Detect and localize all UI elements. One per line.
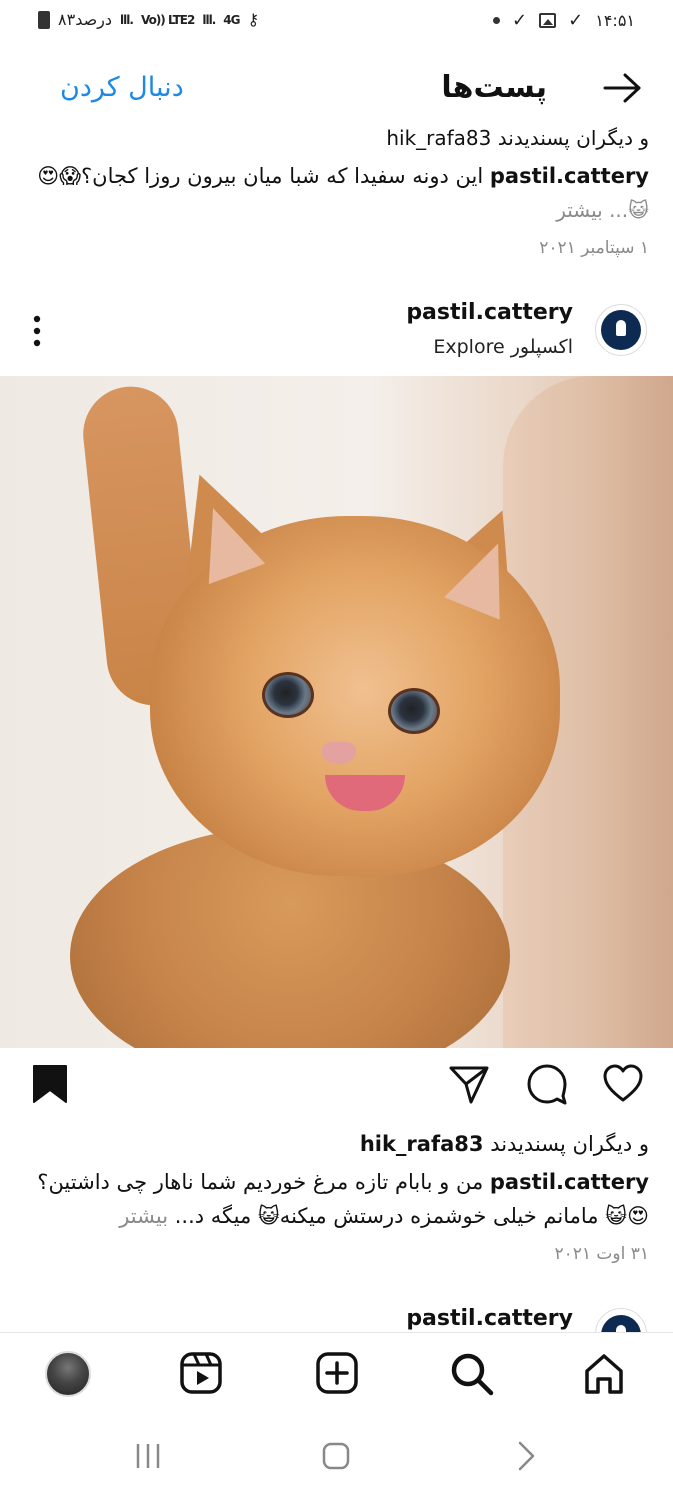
check-icon: ✓ — [512, 10, 528, 31]
more-vertical-icon — [33, 315, 41, 347]
notification-dot-icon — [493, 17, 501, 24]
battery-icon — [38, 10, 50, 29]
home-system-button[interactable] — [320, 1440, 352, 1476]
post-avatar[interactable] — [595, 304, 647, 356]
recent-apps-button[interactable] — [132, 1440, 164, 1476]
nav-profile[interactable] — [45, 1351, 91, 1397]
prev-caption-username[interactable]: pastil.cattery — [490, 164, 649, 188]
kitten-eye-right — [388, 688, 440, 734]
like-button[interactable] — [601, 1062, 645, 1110]
nav-reels[interactable] — [179, 1351, 223, 1399]
page-title: پست‌ها — [441, 70, 547, 105]
caption-text-2: 😍😺 مامانم خیلی خوشمزه درستش میکنه😺 میگه … — [174, 1204, 649, 1228]
bottom-nav — [0, 1332, 673, 1419]
likes-username[interactable]: hik_rafa83 — [360, 1132, 484, 1156]
likes-text: و دیگران پسندیدند — [490, 1132, 649, 1156]
caption-more-link[interactable]: بیشتر — [119, 1204, 168, 1228]
post-actions — [0, 1062, 673, 1122]
key-icon: ⚷ — [247, 10, 260, 29]
post-photo[interactable] — [0, 376, 673, 1048]
send-icon — [449, 1066, 489, 1104]
system-nav-bar — [0, 1418, 673, 1500]
comment-button[interactable] — [525, 1062, 569, 1110]
signal-icon: lll. — [120, 12, 134, 27]
back-button[interactable] — [601, 66, 645, 114]
prev-caption-more[interactable]: 😺... بیشتر — [556, 198, 649, 222]
nav-create[interactable] — [315, 1351, 359, 1399]
nav-search[interactable] — [449, 1351, 495, 1401]
status-time: ۱۴:۵۱ — [595, 11, 635, 30]
arrow-right-icon — [603, 73, 641, 103]
caption-line-1: pastil.cattery من و بابام تازه مرغ خوردی… — [37, 1170, 649, 1194]
prev-caption: pastil.cattery این دونه سفیدا که شبا میا… — [37, 164, 649, 188]
profile-avatar — [45, 1351, 91, 1397]
save-button[interactable] — [30, 1062, 70, 1110]
post-date: ۳۱ اوت ۲۰۲۱ — [554, 1244, 649, 1264]
volte-icon: Vo)) LTE2 — [140, 12, 195, 27]
follow-button[interactable]: دنبال کردن — [60, 72, 184, 103]
4g-icon: 4G — [223, 12, 240, 27]
comment-icon — [527, 1064, 567, 1105]
gallery-icon — [539, 13, 557, 28]
caption-username[interactable]: pastil.cattery — [490, 1170, 649, 1194]
reels-icon — [180, 1352, 222, 1394]
kitten-eye-left — [262, 672, 314, 718]
caption-text-1: من و بابام تازه مرغ خوردیم شما ناهار چی … — [37, 1170, 484, 1194]
chevron-right-icon — [518, 1441, 535, 1471]
prev-post-date: ۱ سپتامبر ۲۰۲۱ — [539, 238, 649, 258]
nav-home[interactable] — [581, 1351, 627, 1401]
post-username[interactable]: pastil.cattery — [406, 300, 573, 325]
heart-icon — [603, 1064, 643, 1102]
cat-logo-icon — [601, 310, 641, 350]
prev-caption-text: این دونه سفیدا که شبا میان بیرون روزا کج… — [37, 164, 484, 188]
share-button[interactable] — [447, 1062, 491, 1110]
top-header: پست‌ها دنبال کردن — [0, 58, 673, 126]
bookmark-filled-icon — [33, 1065, 67, 1103]
battery-percent: ۸۳درصد — [58, 10, 113, 29]
home-square-icon — [322, 1442, 350, 1470]
next-post-username[interactable]: pastil.cattery — [406, 1306, 573, 1331]
status-right: ✓ ✓ ۱۴:۵۱ — [493, 10, 635, 31]
post-location[interactable]: اکسپلور Explore — [433, 336, 573, 358]
prev-likes-line: و دیگران پسندیدند hik_rafa83 — [386, 126, 649, 150]
home-icon — [585, 1354, 623, 1394]
search-icon — [451, 1353, 494, 1396]
back-system-button[interactable] — [510, 1440, 542, 1476]
status-bar: ۸۳درصد lll. Vo)) LTE2 lll. 4G ⚷ ✓ ✓ ۱۴:۵… — [0, 0, 673, 46]
likes-line: و دیگران پسندیدند hik_rafa83 — [360, 1132, 649, 1156]
check-icon-2: ✓ — [568, 10, 584, 31]
kitten-nose — [322, 742, 356, 764]
plus-square-icon — [316, 1352, 358, 1394]
caption-line-2: 😍😺 مامانم خیلی خوشمزه درستش میکنه😺 میگه … — [119, 1204, 649, 1228]
signal-icon-2: lll. — [202, 12, 216, 27]
recent-apps-icon — [136, 1444, 160, 1468]
more-options-button[interactable] — [32, 314, 42, 348]
status-left: ۸۳درصد lll. Vo)) LTE2 lll. 4G ⚷ — [38, 10, 259, 29]
